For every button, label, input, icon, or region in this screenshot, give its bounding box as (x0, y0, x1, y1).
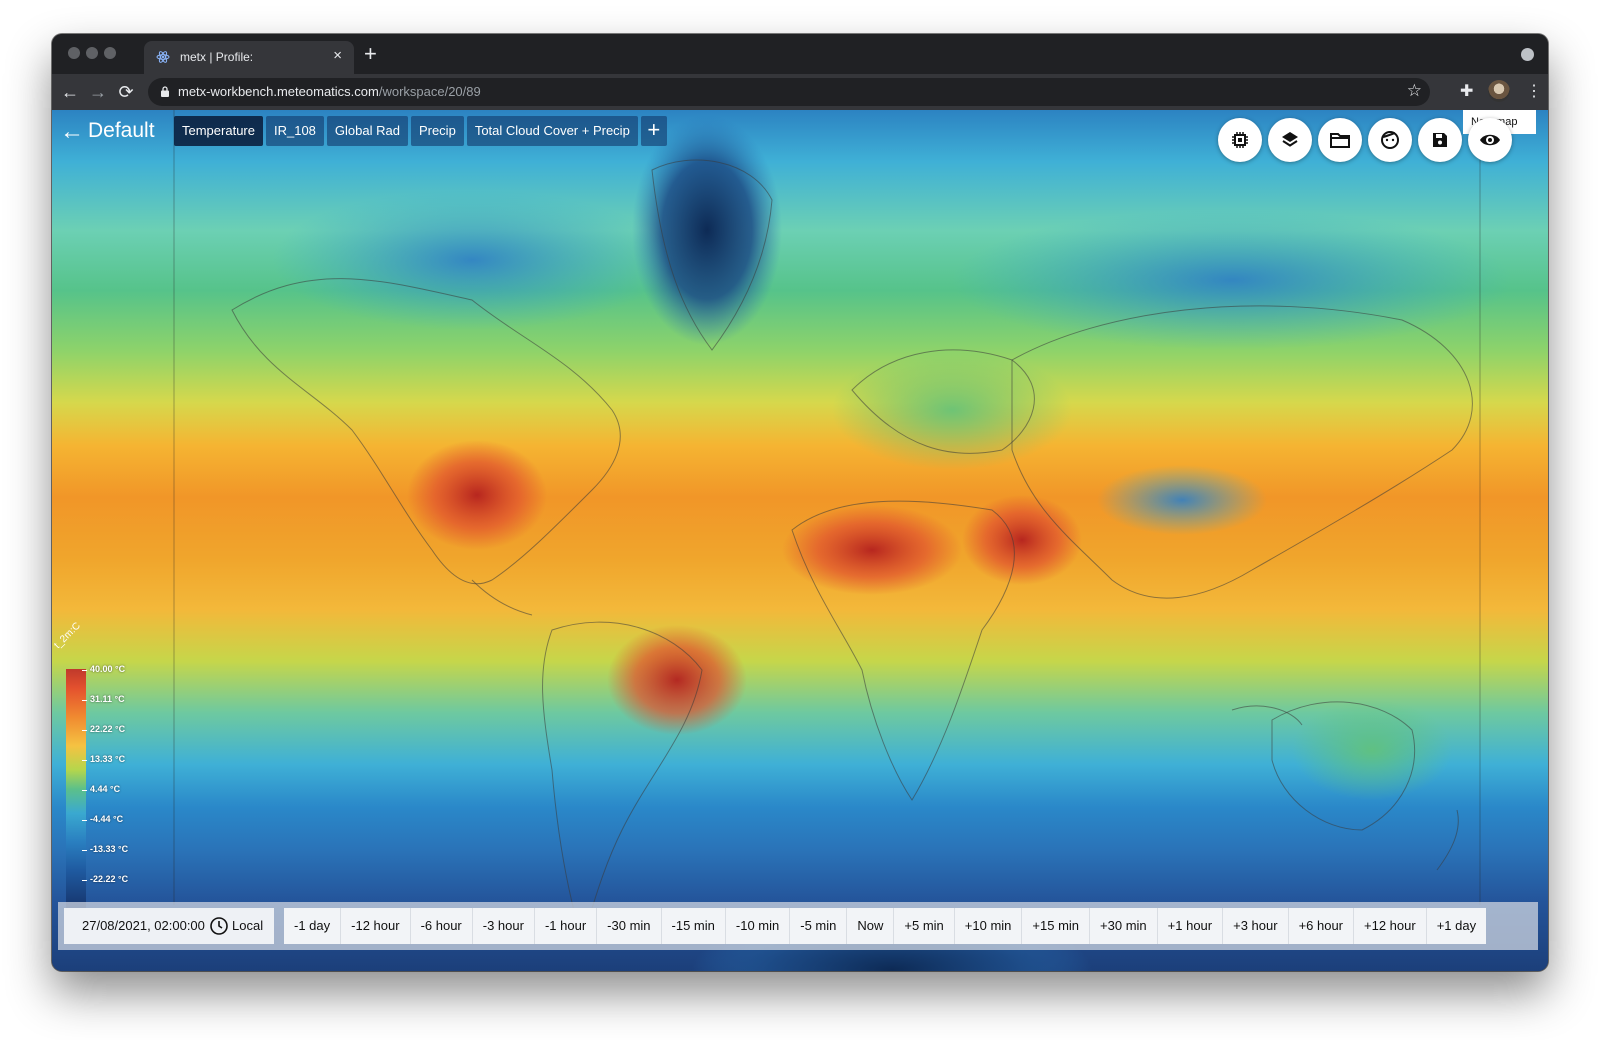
browser-window: metx | Profile: × + ← → ⟳ metx-workbench… (52, 34, 1548, 971)
reload-button[interactable]: ⟳ (114, 80, 138, 104)
browser-toolbar: ← → ⟳ metx-workbench.meteomatics.com/wor… (52, 74, 1548, 110)
legend-label: 13.33 °C (90, 754, 126, 764)
arctic-canada-region (272, 190, 672, 330)
current-datetime: 27/08/2021, 02:00:00 (82, 918, 205, 933)
step-plus-15-min[interactable]: +15 min (1022, 908, 1091, 944)
layers-button[interactable] (1268, 118, 1312, 162)
legend-tick (82, 700, 87, 701)
tab-title: metx | Profile: (180, 50, 254, 64)
legend-label: -22.22 °C (90, 874, 129, 884)
time-steps: -1 day -12 hour -6 hour -3 hour -1 hour … (284, 908, 1487, 944)
new-tab-button[interactable]: + (364, 41, 377, 67)
time-bar: 27/08/2021, 02:00:00 Local -1 day -12 ho… (58, 902, 1538, 950)
legend-label: 31.11 °C (90, 694, 125, 704)
url-text: metx-workbench.meteomatics.com/workspace… (178, 84, 481, 99)
legend-label: 22.22 °C (90, 724, 126, 734)
save-button[interactable] (1418, 118, 1462, 162)
layer-tabs: Temperature IR_108 Global Rad Precip Tot… (174, 116, 667, 146)
step-plus-10-min[interactable]: +10 min (955, 908, 1023, 944)
bookmark-star-icon[interactable]: ☆ (1407, 81, 1422, 101)
forward-button[interactable]: → (86, 80, 110, 104)
eye-icon (1480, 134, 1500, 146)
browser-titlebar: metx | Profile: × + (52, 34, 1548, 74)
browser-menu-icon[interactable]: ⋮ (1526, 80, 1542, 104)
address-bar[interactable]: metx-workbench.meteomatics.com/workspace… (148, 78, 1430, 106)
tab-ir-108[interactable]: IR_108 (265, 116, 324, 146)
processor-button[interactable] (1218, 118, 1262, 162)
step-plus-1-day[interactable]: +1 day (1427, 908, 1486, 944)
folder-icon (1330, 133, 1350, 148)
legend-tick (82, 730, 87, 731)
open-folder-button[interactable] (1318, 118, 1362, 162)
add-layer-button[interactable]: + (640, 116, 667, 146)
layers-icon (1282, 132, 1298, 147)
legend-label: -4.44 °C (90, 814, 124, 824)
url-host: metx-workbench.meteomatics.com (178, 84, 379, 99)
minimize-window-button[interactable] (86, 47, 98, 59)
step-now[interactable]: Now (847, 908, 895, 944)
brazil-hot (607, 625, 747, 735)
datetime-picker[interactable]: 27/08/2021, 02:00:00 Local (64, 908, 274, 944)
face-icon (1381, 131, 1399, 149)
legend-tick (82, 790, 87, 791)
workspace-title: Default (88, 119, 155, 142)
step-plus-12-hour[interactable]: +12 hour (1354, 908, 1427, 944)
tab-total-cloud-cover-precip[interactable]: Total Cloud Cover + Precip (466, 116, 638, 146)
clock-icon[interactable] (210, 917, 228, 935)
tab-temperature[interactable]: Temperature (174, 116, 263, 146)
map-overlay (173, 110, 1512, 971)
step-minus-10-min[interactable]: -10 min (726, 908, 791, 944)
close-tab-icon[interactable]: × (333, 47, 342, 64)
australia-region (1292, 700, 1452, 800)
tab-global-rad[interactable]: Global Rad (326, 116, 408, 146)
tibet-region (1097, 465, 1267, 535)
timezone-label[interactable]: Local (232, 908, 263, 944)
tab-search-icon[interactable] (1521, 48, 1534, 61)
legend-color-bar (66, 669, 86, 909)
siberia-region (952, 210, 1512, 350)
legend-label: 4.44 °C (90, 784, 121, 794)
profile-avatar[interactable] (1488, 80, 1510, 102)
step-minus-5-min[interactable]: -5 min (790, 908, 848, 944)
react-icon (156, 51, 170, 63)
profile-button[interactable] (1368, 118, 1412, 162)
tab-precip[interactable]: Precip (410, 116, 464, 146)
browser-tab[interactable]: metx | Profile: × (144, 41, 354, 74)
legend-tick (82, 820, 87, 821)
maximize-window-button[interactable] (104, 47, 116, 59)
step-minus-3-hour[interactable]: -3 hour (473, 908, 535, 944)
lock-icon (161, 86, 169, 97)
legend-tick (82, 880, 87, 881)
legend-tick (82, 760, 87, 761)
legend-label: -13.33 °C (90, 844, 129, 854)
southwest-us-hot (407, 440, 547, 550)
step-minus-6-hour[interactable]: -6 hour (411, 908, 473, 944)
save-icon (1433, 133, 1447, 147)
step-minus-1-hour[interactable]: -1 hour (535, 908, 598, 944)
back-to-workspaces-icon[interactable]: ← (60, 118, 84, 146)
extensions-icon[interactable]: ✚ (1460, 80, 1473, 104)
back-button[interactable]: ← (58, 80, 82, 104)
close-window-button[interactable] (68, 47, 80, 59)
step-plus-5-min[interactable]: +5 min (894, 908, 955, 944)
legend-tick (82, 670, 87, 671)
url-path: /workspace/20/89 (378, 84, 481, 99)
step-minus-1-day[interactable]: -1 day (284, 908, 342, 944)
greenland-region (632, 115, 782, 345)
step-minus-12-hour[interactable]: -12 hour (341, 908, 411, 944)
step-plus-3-hour[interactable]: +3 hour (1223, 908, 1289, 944)
step-minus-15-min[interactable]: -15 min (662, 908, 726, 944)
step-plus-1-hour[interactable]: +1 hour (1158, 908, 1224, 944)
visibility-button[interactable] (1468, 118, 1512, 162)
legend-label: 40.00 °C (90, 664, 126, 674)
processor-icon (1232, 132, 1248, 148)
map-viewport[interactable]: ← Default Temperature IR_108 Global Rad … (52, 110, 1548, 971)
legend-tick (82, 850, 87, 851)
step-minus-30-min[interactable]: -30 min (597, 908, 662, 944)
step-plus-6-hour[interactable]: +6 hour (1289, 908, 1355, 944)
step-plus-30-min[interactable]: +30 min (1090, 908, 1158, 944)
